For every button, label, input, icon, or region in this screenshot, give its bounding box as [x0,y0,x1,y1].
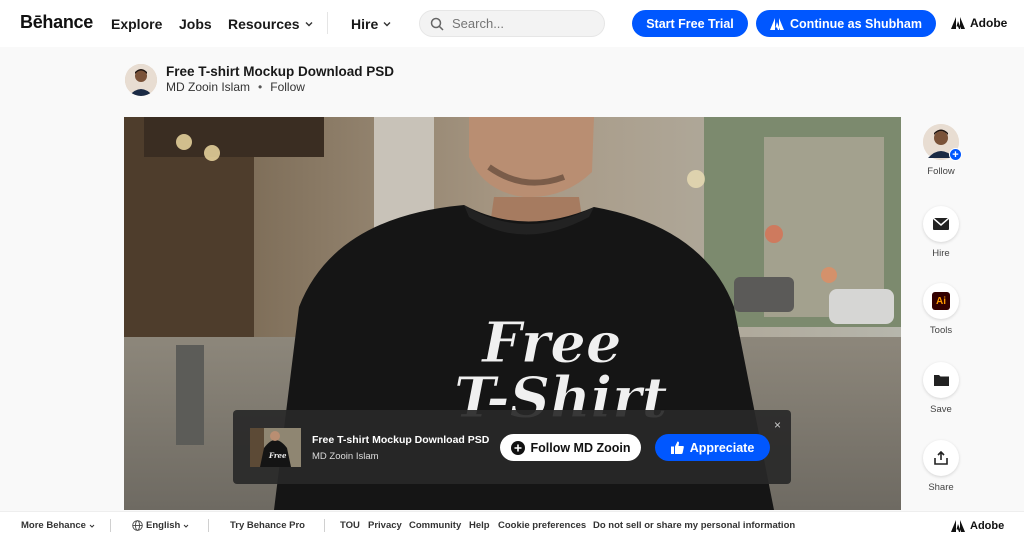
follow-author-button[interactable]: Follow MD Zooin [500,434,641,461]
sidebar-hire-label: Hire [932,248,950,259]
illustrator-icon: Ai [932,292,950,310]
search-icon [430,17,444,31]
chevron-down-icon [183,524,189,528]
adobe-logo-icon [770,17,785,30]
nav-explore[interactable]: Explore [111,16,162,32]
envelope-icon [933,218,949,230]
chevron-down-icon [383,22,391,27]
nav-hire[interactable]: Hire [351,16,392,32]
sidebar-follow[interactable]: + Follow [920,124,962,177]
search-bar[interactable] [419,10,605,37]
footer-adobe-link[interactable]: Adobe [951,520,1004,532]
separator-dot: • [258,80,263,94]
avatar-photo [125,64,157,96]
tou-link[interactable]: TOU [340,520,360,531]
sidebar-tools-label: Tools [929,325,953,336]
footer-divider [110,519,111,532]
thumbs-up-icon [670,441,684,454]
behance-logo[interactable]: Bēhance [20,12,93,33]
nav-jobs[interactable]: Jobs [179,16,212,32]
tools-button[interactable]: Ai [923,283,959,319]
folder-icon [933,375,949,386]
try-behance-pro-link[interactable]: Try Behance Pro [230,520,305,531]
project-thumbnail[interactable]: Free [250,428,301,467]
sidebar-follow-label: Follow [927,166,955,177]
project-author-line: MD Zooin Islam • Follow [166,80,305,94]
thumbnail-photo: Free [250,428,301,467]
follow-link[interactable]: Follow [270,80,305,94]
nav-divider [327,12,328,34]
footer-adobe-label: Adobe [970,520,1005,532]
chevron-down-icon [305,22,313,27]
nav-resources-label: Resources [228,16,300,32]
footer-divider [324,519,325,532]
footer-divider [208,519,209,532]
top-navbar: Bēhance Explore Jobs Resources Hire Star… [0,0,1024,47]
save-button[interactable] [923,362,959,398]
floating-project-bar: Free Free T-shirt Mockup Download PSD MD… [233,410,791,484]
author-avatar[interactable] [125,64,157,96]
appreciate-button[interactable]: Appreciate [655,434,770,461]
continue-as-label: Continue as Shubham [790,16,922,31]
sidebar-share-label: Share [928,482,954,493]
sidebar-share[interactable]: Share [920,440,962,493]
start-free-trial-button[interactable]: Start Free Trial [632,10,748,37]
globe-icon [132,520,143,531]
help-link[interactable]: Help [469,520,490,531]
nav-hire-label: Hire [351,16,379,32]
appreciate-label: Appreciate [689,440,755,455]
floatbar-author[interactable]: MD Zooin Islam [312,451,379,462]
hire-button[interactable] [923,206,959,242]
adobe-logo-icon [951,17,965,29]
nav-explore-label: Explore [111,16,163,32]
sidebar-hire[interactable]: Hire [920,206,962,259]
sidebar-save[interactable]: Save [920,362,962,415]
community-link[interactable]: Community [409,520,461,531]
floatbar-title: Free T-shirt Mockup Download PSD [312,434,490,446]
footer: More Behance English Try Behance Pro TOU… [0,511,1024,538]
chevron-down-icon [89,524,95,528]
share-button[interactable] [923,440,959,476]
do-not-sell-link[interactable]: Do not sell or share my personal informa… [593,520,795,531]
project-title: Free T-shirt Mockup Download PSD [166,64,395,79]
adobe-label: Adobe [970,16,1008,30]
more-behance-menu[interactable]: More Behance [21,520,95,531]
follow-author-label: Follow MD Zooin [530,440,631,455]
sidebar-save-label: Save [930,404,952,415]
plus-icon: + [949,148,962,161]
language-selector[interactable]: English [132,520,189,531]
close-icon[interactable]: × [774,418,781,432]
plus-circle-icon [510,440,525,455]
privacy-link[interactable]: Privacy [368,520,402,531]
search-input[interactable] [452,16,592,31]
more-behance-label: More Behance [21,520,86,531]
adobe-link[interactable]: Adobe [951,16,1007,30]
author-name-link[interactable]: MD Zooin Islam [166,80,250,94]
language-label: English [146,520,181,531]
share-icon [934,451,948,465]
continue-as-user-button[interactable]: Continue as Shubham [756,10,936,37]
nav-jobs-label: Jobs [179,16,212,32]
thumbnail-shirt-print: Free [268,451,287,460]
sidebar-author-avatar[interactable]: + [923,124,962,161]
adobe-logo-icon [951,520,965,532]
sidebar-tools[interactable]: Ai Tools [920,283,962,336]
cookie-preferences-link[interactable]: Cookie preferences [498,520,586,531]
nav-resources[interactable]: Resources [228,16,314,32]
